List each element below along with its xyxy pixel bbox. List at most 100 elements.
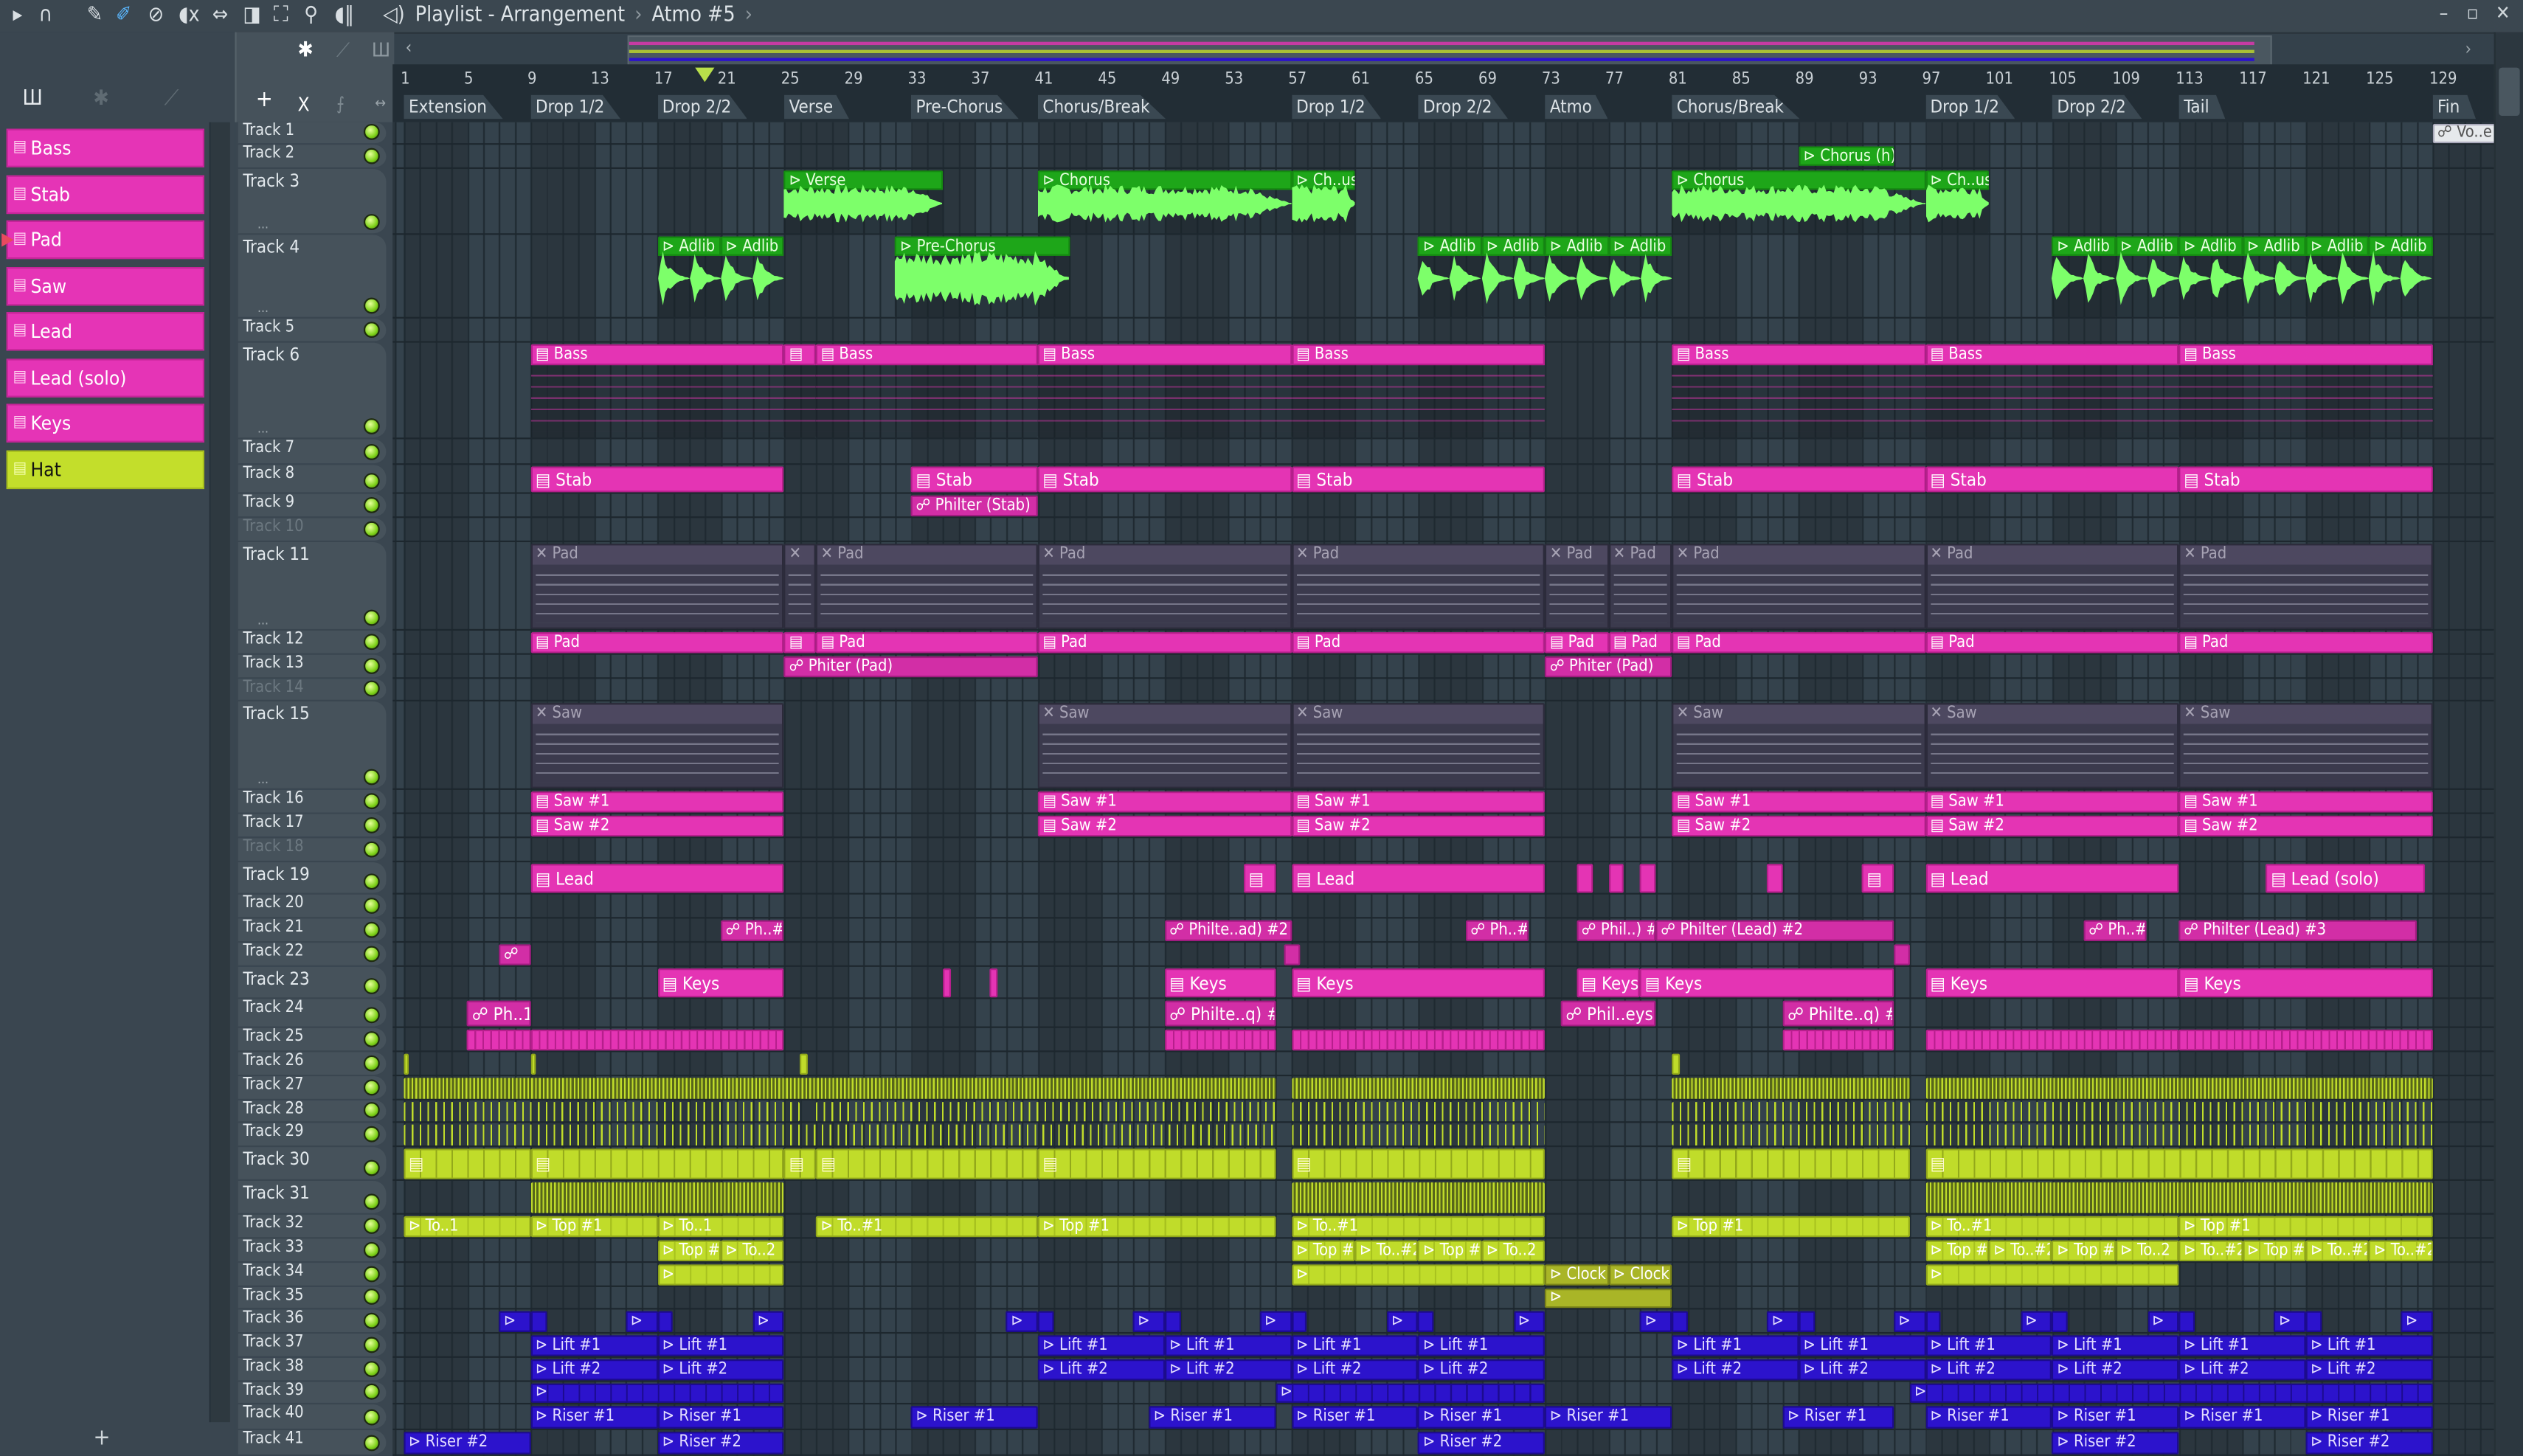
- track-name[interactable]: Track 26: [243, 1052, 303, 1070]
- channel-keys[interactable]: ▤ Keys: [6, 403, 205, 443]
- clip-auto[interactable]: [1893, 944, 1910, 966]
- clip-mute[interactable]: ✕ Pad: [1925, 544, 2179, 629]
- clip-fx[interactable]: ⊳ Riser #1: [530, 1406, 658, 1429]
- clip-header[interactable]: ✕: [786, 545, 814, 565]
- clip-hats[interactable]: [1925, 1102, 2433, 1122]
- arrangement-overview[interactable]: [627, 35, 2272, 68]
- clip-top[interactable]: ⊳ To..1: [404, 1216, 531, 1238]
- clip-pat[interactable]: ▤: [784, 344, 816, 438]
- clip-top[interactable]: ⊳: [657, 1264, 785, 1286]
- clip-fx[interactable]: ⊳ Lift #1: [1164, 1335, 1292, 1356]
- clip-auto[interactable]: ☍ Ph..#1: [2083, 920, 2148, 941]
- clip-hat[interactable]: [530, 1053, 536, 1075]
- clip-audio[interactable]: ⊳ Adlib: [2052, 236, 2116, 317]
- clip-mute[interactable]: ✕ Pad: [2178, 544, 2433, 629]
- clip-mute[interactable]: ✕ Saw: [1925, 703, 2179, 788]
- track-name[interactable]: Track 13: [243, 655, 303, 673]
- clip-hat[interactable]: ▤: [404, 1148, 531, 1179]
- clip-pat[interactable]: ▤ Saw #1: [530, 791, 785, 813]
- clip-chain[interactable]: ⊳: [1909, 1383, 2433, 1403]
- clip-fx[interactable]: ⊳ Lift #2: [1418, 1359, 1546, 1381]
- track-name[interactable]: Track 17: [243, 814, 303, 832]
- clip-fx[interactable]: ⊳: [752, 1311, 785, 1332]
- maximize-button[interactable]: ▫: [2467, 1, 2479, 24]
- marker-tail[interactable]: Tail: [2178, 94, 2226, 119]
- clip-top[interactable]: ⊳: [1925, 1264, 2179, 1286]
- track-enable-toggle[interactable]: [363, 873, 380, 890]
- clip-pat[interactable]: ▤ Stab: [530, 466, 785, 493]
- clip-fx[interactable]: ⊳ Riser #2: [2305, 1432, 2433, 1455]
- clip-fx[interactable]: ⊳ Lift #2: [530, 1359, 658, 1381]
- clip-hats[interactable]: [1672, 1102, 1910, 1122]
- track-header[interactable]: Track 23: [238, 966, 387, 999]
- clip-top[interactable]: ⊳ Top #2: [2052, 1240, 2116, 1261]
- clip-fx[interactable]: ⊳ Lift #1: [1037, 1335, 1165, 1356]
- piano-icon[interactable]: Ш: [23, 87, 43, 111]
- clip-fx[interactable]: ⊳ Riser #1: [1149, 1406, 1276, 1429]
- clip-top[interactable]: ⊳ To..#1: [816, 1216, 1038, 1238]
- clip-top[interactable]: ⊳ To..2: [2115, 1240, 2179, 1261]
- clip-auto[interactable]: ☍: [499, 944, 531, 966]
- clip-mute[interactable]: ✕ Pad: [1037, 544, 1292, 629]
- clip-hat[interactable]: [1672, 1053, 1680, 1075]
- track-name[interactable]: Track 19: [243, 864, 309, 884]
- clip-pat[interactable]: ▤ Pad: [530, 632, 785, 654]
- track-name[interactable]: Track 28: [243, 1100, 303, 1118]
- clip-fx[interactable]: ⊳ Riser #2: [657, 1432, 785, 1455]
- clip-pat[interactable]: [1577, 864, 1593, 893]
- track-enable-toggle[interactable]: [363, 1383, 380, 1400]
- clip-pat[interactable]: ▤ Saw #2: [1925, 815, 2179, 837]
- track-name[interactable]: Track 12: [243, 631, 303, 648]
- clip-pat[interactable]: ▤ Lead (solo): [2266, 864, 2425, 893]
- track-options-icon[interactable]: ...: [257, 772, 269, 787]
- track-header[interactable]: Track 17: [238, 814, 387, 839]
- marker-chorus-break[interactable]: Chorus/Break: [1672, 94, 1800, 119]
- clip-pat[interactable]: ▤ Saw #2: [530, 815, 785, 837]
- clip-fx[interactable]: ⊳: [1006, 1311, 1038, 1332]
- track-enable-toggle[interactable]: [363, 1193, 380, 1210]
- channel-lead[interactable]: ▤ Lead: [6, 312, 205, 351]
- track-header[interactable]: Track 40: [238, 1404, 387, 1431]
- marker-chorus-break[interactable]: Chorus/Break: [1037, 94, 1166, 119]
- track-name[interactable]: Track 23: [243, 968, 309, 989]
- clip-auto[interactable]: ☍ Phiter (Pad): [784, 656, 1038, 678]
- clip-mute[interactable]: ✕ Pad: [816, 544, 1038, 629]
- clip-fx[interactable]: ⊳ Lift #2: [2052, 1359, 2179, 1381]
- clip-pat[interactable]: ▤ Saw #1: [1291, 791, 1546, 813]
- clip-audio[interactable]: ⊳ Adlib: [721, 236, 785, 317]
- track-header[interactable]: Track 29: [238, 1123, 387, 1148]
- clip-pat[interactable]: ▤ Bass: [530, 344, 785, 438]
- track-header[interactable]: Track 30: [238, 1147, 387, 1181]
- clip-top[interactable]: ⊳ To..#1: [1291, 1216, 1546, 1238]
- clip-fx[interactable]: ⊳ Lift #1: [657, 1335, 785, 1356]
- marker-drop-1-2[interactable]: Drop 1/2: [1291, 94, 1382, 119]
- channel-list-scrollbar[interactable]: [209, 122, 230, 1423]
- track-name[interactable]: Track 18: [243, 838, 303, 856]
- clip-pat[interactable]: ▤ Saw #1: [2178, 791, 2433, 813]
- clip-audio[interactable]: ⊳ Chorus: [1037, 170, 1292, 234]
- clip-hat[interactable]: ▤: [1925, 1148, 2433, 1179]
- magnet-icon[interactable]: ∩: [38, 3, 52, 29]
- clip-hatd[interactable]: [404, 1078, 1276, 1099]
- clip-pat[interactable]: ▤ Keys: [1291, 968, 1546, 998]
- clip-fx[interactable]: ⊳: [1259, 1311, 1292, 1332]
- track-name[interactable]: Track 31: [243, 1182, 309, 1203]
- clip-pat[interactable]: ▤ Pad: [1608, 632, 1672, 654]
- clip-fx[interactable]: ⊳ Riser #1: [1925, 1406, 2052, 1429]
- track-enable-toggle[interactable]: [363, 658, 380, 674]
- track-enable-toggle[interactable]: [363, 1159, 380, 1176]
- add-track-button[interactable]: +: [94, 1425, 111, 1451]
- clip-vol[interactable]: ☍ Vo..e: [2432, 123, 2494, 144]
- clip-auto[interactable]: ☍ Philter (Lead) #2: [1655, 920, 1894, 941]
- clip-auto[interactable]: ☍ Philte..q) #2: [1164, 1000, 1276, 1027]
- clip-header[interactable]: ▤ Bass: [1291, 344, 1546, 366]
- track-name[interactable]: Track 6: [243, 344, 300, 365]
- clip-fx[interactable]: [1164, 1311, 1181, 1332]
- track-enable-toggle[interactable]: [363, 297, 380, 314]
- track-enable-toggle[interactable]: [363, 841, 380, 858]
- clip-fx[interactable]: ⊳ Lift #2: [1799, 1359, 1925, 1381]
- clip-pat[interactable]: [942, 968, 951, 998]
- clip-audio[interactable]: ⊳ Verse: [784, 170, 943, 234]
- marker-verse[interactable]: Verse: [784, 94, 850, 119]
- clip-header[interactable]: ▤ Bass: [1672, 344, 1925, 366]
